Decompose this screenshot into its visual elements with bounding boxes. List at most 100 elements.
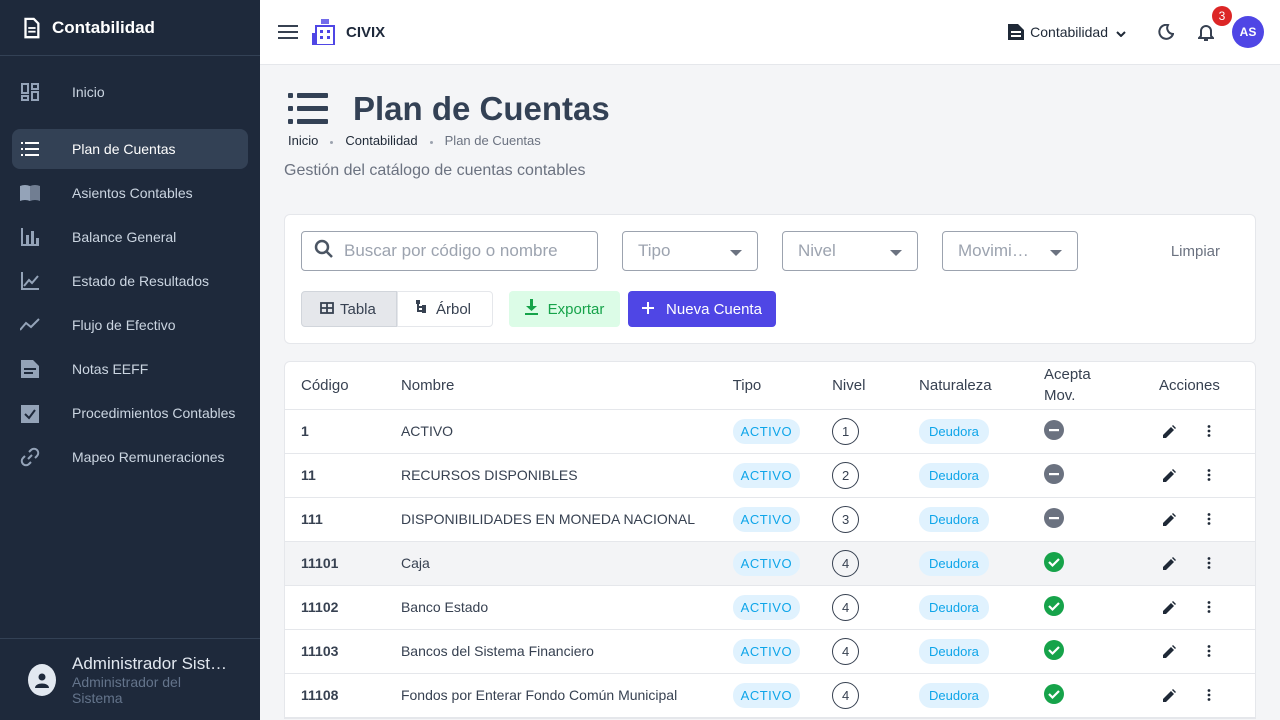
col-header-naturaleza[interactable]: Naturaleza — [903, 362, 1028, 410]
cell-nombre: Caja — [384, 541, 717, 586]
edit-icon[interactable] — [1159, 509, 1179, 529]
cell-codigo: 11102 — [285, 585, 385, 630]
movimiento-select[interactable]: Movimiento — [942, 231, 1078, 271]
cell-acciones — [1143, 673, 1255, 718]
table-row[interactable]: 111 DISPONIBILIDADES EN MONEDA NACIONAL AC… — [285, 497, 1255, 542]
nivel-badge: 4 — [832, 593, 860, 621]
module-selector-label: Contabilidad — [1030, 24, 1108, 40]
sidebar-item-mapeo-remuneraciones[interactable]: Mapeo Remuneraciones — [12, 435, 248, 479]
view-tree-button[interactable]: Árbol — [397, 291, 493, 327]
avatar[interactable]: AS — [1232, 16, 1264, 48]
cell-tipo: ACTIVO — [716, 453, 817, 498]
app-root: Contabilidad Inicio Plan de Cuentas Asie… — [0, 0, 1280, 720]
tipo-badge: ACTIVO — [732, 550, 801, 576]
plus-icon — [642, 301, 655, 318]
table-row[interactable]: 11103 Bancos del Sistema Financiero ACTIVO… — [285, 629, 1255, 674]
naturaleza-badge: Deudora — [919, 682, 989, 708]
sidebar-item-estado-de-resultados[interactable]: Estado de Resultados — [12, 259, 248, 303]
view-table-button[interactable]: Tabla — [301, 291, 397, 327]
cell-tipo: ACTIVO — [716, 409, 817, 454]
search-input[interactable]: Buscar por código o nombre — [301, 231, 598, 271]
edit-icon[interactable] — [1159, 553, 1179, 573]
sidebar-item-asientos-contables[interactable]: Asientos Contables — [12, 171, 248, 215]
more-vert-icon[interactable] — [1199, 685, 1219, 705]
table-row[interactable]: 11101 Caja ACTIVO 4 Deudora — [285, 541, 1255, 586]
cell-naturaleza: Deudora — [903, 409, 1028, 454]
more-vert-icon[interactable] — [1199, 641, 1219, 661]
notification-badge: 3 — [1212, 6, 1232, 26]
edit-icon[interactable] — [1159, 421, 1179, 441]
sidebar-user[interactable]: Administrador Sistema Administrador del … — [0, 638, 260, 720]
new-account-button[interactable]: Nueva Cuenta — [628, 291, 776, 327]
moon-icon[interactable] — [1154, 20, 1178, 44]
sidebar-item-notas-eeff[interactable]: Notas EEFF — [12, 347, 248, 391]
col-header-tipo[interactable]: Tipo — [716, 362, 817, 410]
sidebar-item-inicio[interactable]: Inicio — [12, 64, 248, 120]
cell-acepta-mov — [1027, 497, 1143, 542]
line-chart-icon — [20, 271, 40, 291]
menu-icon[interactable] — [276, 20, 300, 44]
col-header-nombre[interactable]: Nombre — [384, 362, 717, 410]
cell-codigo: 1 — [285, 409, 385, 454]
breadcrumb-item-inicio[interactable]: Inicio — [288, 133, 318, 148]
table-row[interactable]: 11 RECURSOS DISPONIBLES ACTIVO 2 Deudora — [285, 453, 1255, 498]
more-vert-icon[interactable] — [1199, 553, 1219, 573]
sidebar-item-label: Inicio — [72, 84, 105, 100]
module-selector[interactable]: Contabilidad — [1008, 22, 1126, 43]
new-account-label: Nueva Cuenta — [666, 300, 762, 318]
cell-acciones — [1143, 409, 1255, 454]
export-button[interactable]: Exportar — [509, 291, 620, 327]
nivel-select[interactable]: Nivel — [782, 231, 918, 271]
accounts-table: Código Nombre Tipo Nivel Naturaleza Acep… — [284, 361, 1256, 719]
check-circle-icon — [1043, 595, 1064, 619]
clear-filters-button[interactable]: Limpiar — [1171, 243, 1220, 260]
tipo-badge: ACTIVO — [732, 682, 801, 708]
breadcrumb-item-contabilidad[interactable]: Contabilidad — [345, 133, 417, 148]
cell-acepta-mov — [1027, 453, 1143, 498]
more-vert-icon[interactable] — [1199, 421, 1219, 441]
col-header-codigo[interactable]: Código — [285, 362, 385, 410]
nivel-badge: 4 — [832, 637, 860, 665]
cell-tipo: ACTIVO — [716, 629, 817, 674]
brand-name: CIVIX — [346, 23, 386, 41]
minus-circle-icon — [1043, 463, 1064, 487]
table-row[interactable]: 1 ACTIVO ACTIVO 1 Deudora — [285, 409, 1255, 454]
bell-icon[interactable]: 3 — [1194, 6, 1232, 44]
user-role: Administrador del Sistema — [72, 673, 181, 706]
sidebar-item-label: Notas EEFF — [72, 361, 149, 377]
sidebar-item-procedimientos-contables[interactable]: Procedimientos Contables — [12, 391, 248, 435]
check-circle-icon — [1043, 683, 1064, 707]
building-icon — [312, 19, 335, 45]
sidebar-item-flujo-de-efectivo[interactable]: Flujo de Efectivo — [12, 303, 248, 347]
cell-tipo: ACTIVO — [716, 541, 817, 586]
sidebar-item-balance-general[interactable]: Balance General — [12, 215, 248, 259]
edit-icon[interactable] — [1159, 597, 1179, 617]
cell-nivel: 4 — [816, 585, 904, 630]
more-vert-icon[interactable] — [1199, 509, 1219, 529]
cell-naturaleza: Deudora — [903, 673, 1028, 718]
col-header-acepta-mov[interactable]: Acepta Mov. — [1027, 362, 1143, 410]
cell-nivel: 4 — [816, 673, 904, 718]
link-icon — [20, 447, 40, 467]
table-row[interactable]: 11102 Banco Estado ACTIVO 4 Deudora — [285, 585, 1255, 630]
more-vert-icon[interactable] — [1199, 597, 1219, 617]
cell-acciones — [1143, 629, 1255, 674]
col-header-nivel[interactable]: Nivel — [816, 362, 904, 410]
cell-tipo: ACTIVO — [716, 585, 817, 630]
main-area: CIVIX Contabilidad 3 AS Plan de Cuentas — [260, 0, 1280, 720]
document-icon — [1008, 22, 1025, 43]
cell-codigo: 11 — [285, 453, 385, 498]
cell-acciones — [1143, 585, 1255, 630]
cell-naturaleza: Deudora — [903, 585, 1028, 630]
bar-chart-icon — [20, 227, 40, 247]
table-row[interactable]: 11108 Fondos por Enterar Fondo Común Muni… — [285, 673, 1255, 718]
edit-icon[interactable] — [1159, 465, 1179, 485]
more-vert-icon[interactable] — [1199, 465, 1219, 485]
page-title: Plan de Cuentas — [353, 90, 610, 127]
col-header-acciones: Acciones — [1143, 362, 1255, 410]
tipo-select[interactable]: Tipo — [622, 231, 758, 271]
edit-icon[interactable] — [1159, 685, 1179, 705]
sidebar-item-plan-de-cuentas[interactable]: Plan de Cuentas — [12, 129, 248, 169]
edit-icon[interactable] — [1159, 641, 1179, 661]
brand[interactable]: CIVIX — [312, 19, 385, 45]
